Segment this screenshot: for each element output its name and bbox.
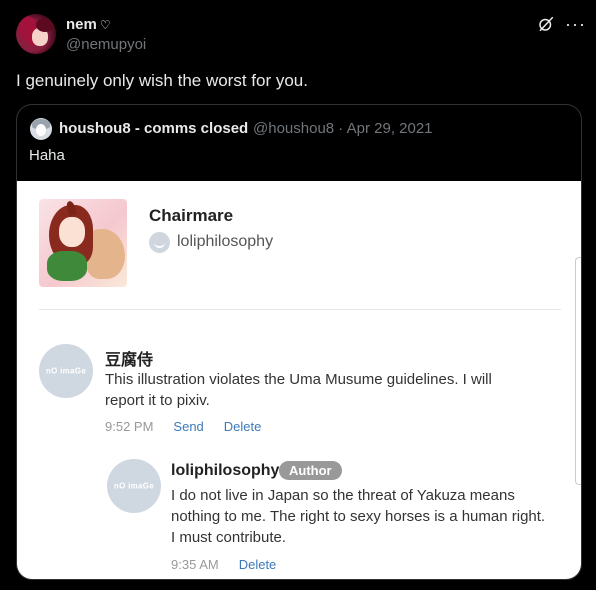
reply-meta: 9:35 AM Delete	[171, 557, 276, 572]
user-avatar[interactable]	[16, 14, 56, 54]
author-badge: Author	[279, 461, 342, 480]
reply-time: 9:35 AM	[171, 557, 219, 572]
author-avatar-icon	[149, 232, 170, 253]
reply-delete-link: Delete	[238, 557, 277, 572]
attached-screenshot[interactable]: Chairmare loliphilosophy nO imaGe 豆腐侍 Th…	[17, 181, 581, 579]
reply-text: I do not live in Japan so the threat of …	[171, 487, 546, 546]
quoted-avatar-face	[36, 124, 46, 136]
more-icon[interactable]: ···	[565, 14, 586, 35]
quoted-text: Haha	[29, 147, 65, 164]
reply-avatar: nO imaGe	[107, 459, 161, 513]
commenter-avatar: nO imaGe	[39, 344, 93, 398]
grok-icon[interactable]	[537, 15, 555, 33]
artwork-author: loliphilosophy	[177, 233, 274, 250]
artwork-thumbnail	[39, 199, 127, 287]
author-name-text[interactable]: nem	[66, 16, 97, 33]
author-handle[interactable]: @nemupyoi	[66, 36, 146, 53]
artwork-title: Chairmare	[149, 206, 234, 225]
comment-author: 豆腐侍	[105, 350, 154, 369]
send-link: Send	[173, 419, 204, 434]
tweet-text: I genuinely only wish the worst for you.	[16, 71, 308, 90]
delete-link: Delete	[223, 419, 262, 434]
quoted-avatar[interactable]	[30, 118, 52, 140]
divider	[39, 309, 561, 310]
avatar-hair-accent	[36, 18, 54, 32]
author-name-suffix: ♡	[99, 18, 111, 32]
comment-text: This illustration violates the Uma Musum…	[105, 371, 492, 409]
comment-meta: 9:52 PM Send Delete	[105, 419, 261, 434]
scrollbar-edge	[575, 257, 581, 485]
quoted-handle-date[interactable]: @houshou8 · Apr 29, 2021	[253, 120, 433, 137]
quoted-author-name[interactable]: houshou8 - comms closed	[59, 120, 248, 137]
reply-author: loliphilosophy	[171, 462, 280, 479]
comment-time: 9:52 PM	[105, 419, 154, 434]
author-name[interactable]: nem ♡	[66, 16, 111, 33]
quoted-tweet[interactable]: houshou8 - comms closed @houshou8 · Apr …	[16, 104, 582, 580]
